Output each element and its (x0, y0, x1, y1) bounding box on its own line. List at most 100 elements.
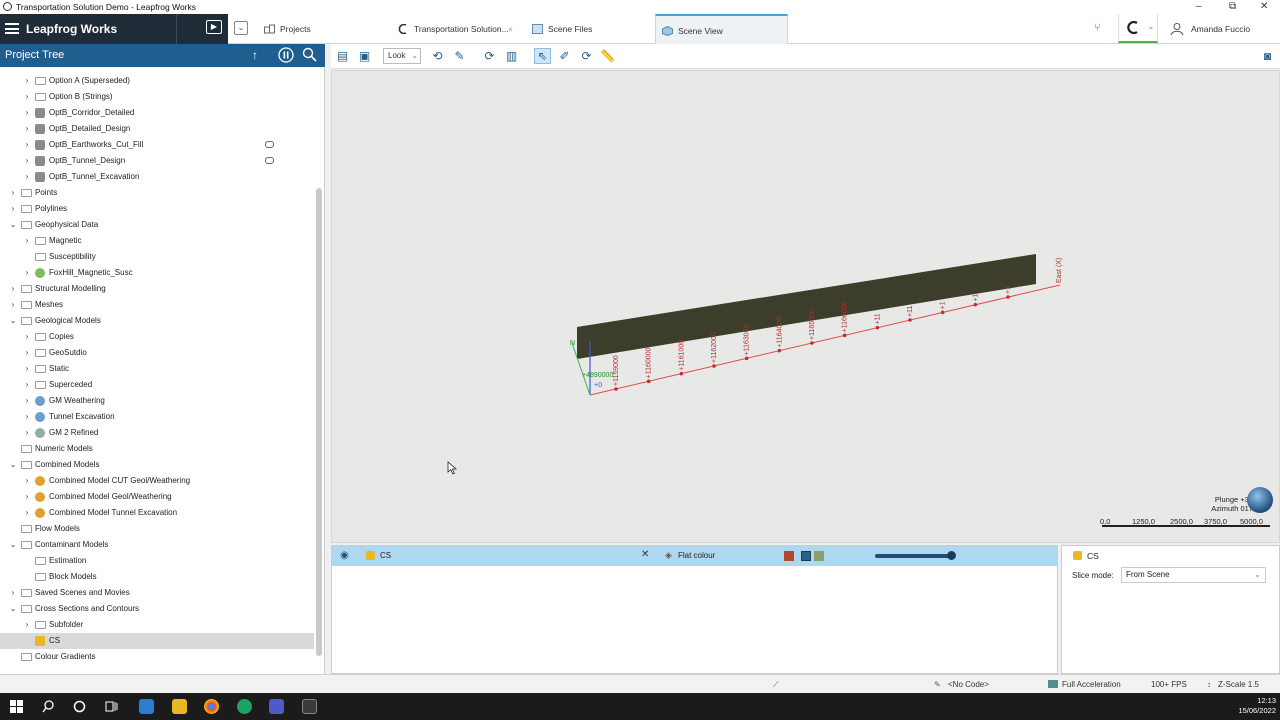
colour-swatch-2[interactable] (801, 551, 811, 561)
scene-list-icon[interactable]: ▤ (334, 48, 351, 64)
chevron-right-icon[interactable]: › (23, 73, 31, 89)
tree-item[interactable]: › OptB_Detailed_Design (0, 121, 314, 137)
outlook-icon[interactable] (139, 699, 154, 714)
chevron-right-icon[interactable]: › (23, 409, 31, 425)
opacity-slider-handle[interactable] (947, 551, 956, 560)
tree-item[interactable]: › Tunnel Excavation (0, 409, 314, 425)
tree-item[interactable]: › OptB_Tunnel_Excavation (0, 169, 314, 185)
reset-view-icon[interactable]: ⟳ (481, 48, 498, 64)
search-icon[interactable] (300, 47, 318, 64)
scene-viewport[interactable]: +1159000 +1160000 +1161000 +1162000 +1163000… (331, 70, 1280, 543)
tree-item[interactable]: › Magnetic (0, 233, 314, 249)
remove-icon[interactable]: ✕ (641, 549, 649, 560)
tree-item[interactable]: › Subfolder (0, 617, 314, 633)
tree-item[interactable]: › GM Weathering (0, 393, 314, 409)
branch-icon[interactable]: ⑂ (1094, 22, 1101, 34)
tree-item[interactable]: › Saved Scenes and Movies (0, 585, 314, 601)
tab-dropdown-button[interactable]: ⌄ (234, 21, 248, 35)
search-taskbar-icon[interactable] (42, 700, 55, 713)
chevron-down-icon[interactable]: ⌄ (9, 537, 17, 553)
leapfrog-taskbar-icon[interactable] (302, 699, 317, 714)
chevron-right-icon[interactable]: › (23, 489, 31, 505)
chevron-right-icon[interactable]: › (23, 505, 31, 521)
chevron-right-icon[interactable]: › (23, 345, 31, 361)
tab-scene-files[interactable]: Scene Files (526, 14, 650, 44)
draw-line-icon[interactable]: ✐ (556, 48, 573, 64)
task-view-icon[interactable] (105, 700, 118, 713)
edge-icon[interactable] (237, 699, 252, 714)
look-dropdown[interactable]: Look ⌄ (383, 48, 421, 64)
tree-item[interactable]: › OptB_Tunnel_Design (0, 153, 314, 169)
tree-item[interactable]: ⌄ Combined Models (0, 457, 314, 473)
tree-item[interactable]: ⌄ Cross Sections and Contours (0, 601, 314, 617)
cortana-icon[interactable] (73, 700, 86, 713)
tree-item[interactable]: › Option A (Superseded) (0, 73, 314, 89)
tree-item[interactable]: › Meshes (0, 297, 314, 313)
tree-item[interactable]: › Combined Model Tunnel Excavation (0, 505, 314, 521)
tree-scrollbar[interactable] (316, 188, 322, 656)
chevron-right-icon[interactable]: › (23, 105, 31, 121)
windows-start-icon[interactable] (10, 700, 23, 713)
rotate-icon[interactable]: ⟲ (429, 48, 446, 64)
ruler-icon[interactable]: 📏 (599, 48, 616, 64)
chevron-right-icon[interactable]: › (9, 185, 17, 201)
chevron-right-icon[interactable]: › (9, 297, 17, 313)
tree-item[interactable]: Flow Models (0, 521, 314, 537)
tree-item[interactable]: › OptB_Corridor_Detailed (0, 105, 314, 121)
tree-item[interactable]: › Combined Model Geol/Weathering (0, 489, 314, 505)
chevron-right-icon[interactable]: › (23, 121, 31, 137)
tree-item[interactable]: › Combined Model CUT Geol/Weathering (0, 473, 314, 489)
chevron-right-icon[interactable]: › (9, 281, 17, 297)
tree-item[interactable]: › FoxHill_Magnetic_Susc (0, 265, 314, 281)
clock[interactable]: 12:13 15/06/2022 (1236, 696, 1276, 716)
close-window-button[interactable]: ✕ (1260, 0, 1268, 14)
zscale-status[interactable]: Z-Scale 1.5 (1218, 675, 1259, 694)
axis-icon[interactable]: ⟋ (773, 675, 779, 694)
tree-item[interactable]: ⌄ Contaminant Models (0, 537, 314, 553)
select-arrow-icon[interactable]: ⇖ (534, 48, 551, 64)
chevron-down-icon[interactable]: ⌄ (9, 601, 17, 617)
connector-status[interactable]: ⌄ (1118, 14, 1158, 43)
chevron-right-icon[interactable]: › (23, 169, 31, 185)
box-select-icon[interactable]: ▥ (503, 48, 520, 64)
orientation-globe-icon[interactable] (1247, 487, 1273, 513)
teams-icon[interactable] (269, 699, 284, 714)
tree-item[interactable]: › Points (0, 185, 314, 201)
tab-close-icon[interactable]: × (508, 14, 513, 44)
draw-slicer-icon[interactable]: ✎ (451, 48, 468, 64)
colour-swatch-3[interactable] (814, 551, 824, 561)
user-icon[interactable] (1170, 22, 1184, 36)
tree-item[interactable]: CS (0, 633, 314, 649)
chevron-right-icon[interactable]: › (23, 617, 31, 633)
chevron-right-icon[interactable]: › (23, 361, 31, 377)
refresh-icon[interactable]: ⟳ (578, 48, 595, 64)
scene-save-icon[interactable]: ▣ (356, 48, 373, 64)
tree-item[interactable]: › GeoSutdio (0, 345, 314, 361)
tree-item[interactable]: › OptB_Earthworks_Cut_Fill (0, 137, 314, 153)
tree-item[interactable]: › Option B (Strings) (0, 89, 314, 105)
chevron-right-icon[interactable]: › (23, 233, 31, 249)
user-name[interactable]: Amanda Fuccio (1191, 24, 1250, 34)
chevron-down-icon[interactable]: ⌄ (9, 313, 17, 329)
tree-item[interactable]: Estimation (0, 553, 314, 569)
hamburger-menu-icon[interactable] (5, 23, 19, 34)
collapse-up-icon[interactable]: ↑ (246, 47, 264, 64)
chevron-right-icon[interactable]: › (23, 473, 31, 489)
play-button[interactable]: ▶ (176, 14, 228, 44)
colour-swatch-1[interactable] (784, 551, 794, 561)
minimize-button[interactable]: – (1196, 0, 1202, 14)
shape-list-row[interactable]: ◉ CS ✕ ◈ Flat colour (332, 546, 1058, 566)
screenshot-camera-icon[interactable]: ◙ (1259, 48, 1276, 64)
slice-mode-select[interactable]: From Scene ⌄ (1121, 567, 1266, 583)
colour-mode-dropdown[interactable]: Flat colour (678, 551, 715, 560)
pause-icon[interactable] (277, 47, 295, 64)
code-status[interactable]: <No Code> (948, 675, 989, 694)
chevron-right-icon[interactable]: › (23, 137, 31, 153)
chevron-down-icon[interactable]: ⌄ (9, 457, 17, 473)
tree-item[interactable]: › Copies (0, 329, 314, 345)
chevron-right-icon[interactable]: › (23, 425, 31, 441)
tab-scene-view[interactable]: Scene View (655, 14, 788, 44)
tree-item[interactable]: Block Models (0, 569, 314, 585)
chevron-right-icon[interactable]: › (23, 265, 31, 281)
tree-item[interactable]: Numeric Models (0, 441, 314, 457)
